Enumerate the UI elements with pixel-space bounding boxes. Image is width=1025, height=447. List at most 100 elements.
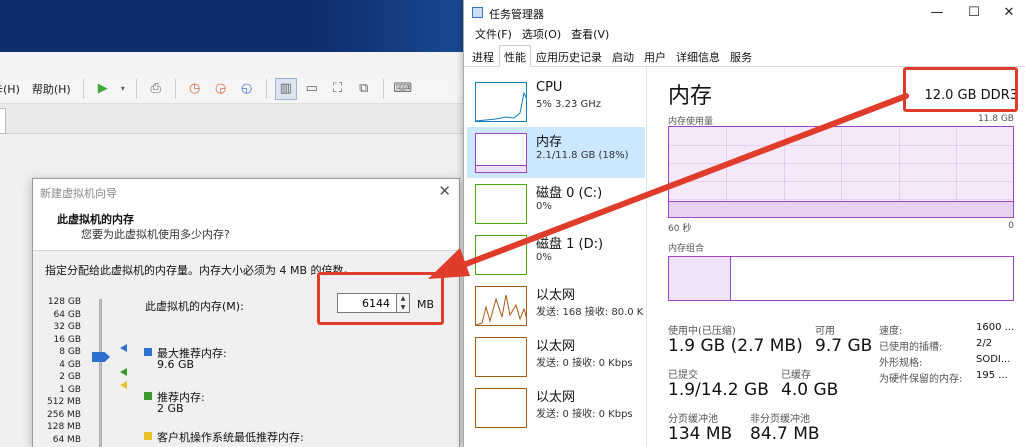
scale-label: 16 GB: [53, 334, 81, 345]
tab-app-history[interactable]: 应用历史记录: [531, 45, 607, 66]
memory-detail-panel: 内存 12.0 GB DDR3 内存使用量 11.8 GB 60 秒 0 内存组…: [668, 72, 1024, 447]
scale-label: 64 MB: [52, 434, 81, 445]
memory-slider-track[interactable]: [99, 299, 102, 447]
revert-snapshot-icon[interactable]: ◶: [210, 78, 232, 100]
menu-help[interactable]: 帮助(H): [26, 81, 77, 97]
memory-field-label: 此虚拟机的内存(M):: [145, 300, 244, 313]
dialog-heading: 此虚拟机的内存: [57, 213, 134, 226]
tab-processes[interactable]: 进程: [467, 45, 499, 66]
tab-startup[interactable]: 启动: [607, 45, 639, 66]
menu-view[interactable]: 查看(V): [566, 26, 614, 44]
scale-label: 128 GB: [47, 297, 81, 307]
detail-key: 已使用的插槽:: [879, 342, 943, 353]
sidebar-item-name: 磁盘 1 (D:): [536, 237, 604, 252]
minimize-icon[interactable]: —: [920, 2, 954, 24]
tab-details[interactable]: 详细信息: [671, 45, 725, 66]
console-icon[interactable]: ⌨: [392, 78, 414, 100]
manage-snapshot-icon[interactable]: ◵: [236, 78, 258, 100]
sidebar-item-detail: 0%: [536, 252, 552, 263]
scale-label: 32 GB: [53, 322, 81, 332]
sidebar-item-name: 以太网: [536, 390, 576, 405]
sidebar-item-memory[interactable]: 内存 2.1/11.8 GB (18%): [467, 127, 645, 178]
menu-partial[interactable]: 卡(H): [0, 81, 26, 97]
usage-graph-max: 11.8 GB: [977, 114, 1014, 124]
library-view-icon[interactable]: ▥: [274, 77, 297, 100]
sidebar-item-ethernet-3[interactable]: 以太网 发送: 0 接收: 0 Kbps: [467, 382, 645, 433]
detail-value: 195 ...: [976, 370, 1008, 381]
sidebar-item-disk-c[interactable]: 磁盘 0 (C:) 0%: [467, 178, 645, 229]
paged-pool-value: 134 MB: [668, 424, 733, 444]
sidebar-item-detail: 0%: [536, 201, 552, 212]
sidebar-item-detail: 发送: 168 接收: 80.0 K: [536, 307, 644, 318]
tab-performance[interactable]: 性能: [499, 45, 531, 67]
dialog-title: 新建虚拟机向导: [40, 187, 117, 200]
min-recommended-marker: [120, 381, 127, 389]
composition-in-use: [669, 257, 731, 300]
sidebar-item-detail: 2.1/11.8 GB (18%): [536, 150, 629, 161]
close-icon[interactable]: ✕: [438, 182, 451, 200]
toolbar-separator: [82, 78, 84, 99]
sidebar-item-name: 磁盘 0 (C:): [536, 186, 603, 201]
unity-icon[interactable]: ⧉: [353, 78, 375, 100]
scale-label: 2 GB: [59, 372, 81, 382]
paged-pool-label: 分页缓冲池: [668, 414, 718, 425]
close-icon[interactable]: ✕: [992, 2, 1025, 24]
scale-label: 512 MB: [47, 397, 81, 407]
cpu-thumbnail: [475, 82, 527, 122]
window-title: 任务管理器: [489, 8, 544, 21]
cached-value: 4.0 GB: [781, 380, 839, 400]
detail-value: SODI...: [976, 354, 1011, 365]
sidebar-item-name: 以太网: [536, 288, 576, 303]
menu-file[interactable]: 文件(F): [470, 26, 517, 44]
vmware-tab[interactable]: [0, 108, 6, 134]
graph-axis-right: 0: [1008, 221, 1014, 231]
scale-label: 128 MB: [47, 422, 81, 432]
detail-key: 外形规格:: [879, 358, 923, 369]
available-label: 可用: [815, 326, 835, 337]
menu-options[interactable]: 选项(O): [517, 26, 566, 44]
task-manager-icon: [472, 7, 483, 18]
highlight-memory-input: [317, 272, 444, 325]
sidebar-item-name: CPU: [536, 80, 563, 95]
disk-thumbnail: [475, 235, 527, 275]
title-bar: 任务管理器 — ☐ ✕: [464, 0, 1025, 26]
detail-value: 2/2: [976, 338, 993, 349]
sidebar-item-ethernet-1[interactable]: 以太网 发送: 168 接收: 80.0 K: [467, 280, 645, 331]
sidebar-item-cpu[interactable]: CPU 5% 3.23 GHz: [467, 76, 645, 127]
play-icon[interactable]: ▶: [92, 78, 114, 100]
memory-usage-fill: [669, 200, 1013, 217]
performance-sidebar: CPU 5% 3.23 GHz 内存 2.1/11.8 GB (18%) 磁盘 …: [467, 76, 645, 447]
nonpaged-pool-label: 非分页缓冲池: [750, 414, 810, 425]
sidebar-divider: [646, 67, 647, 447]
instruction-text: 指定分配给此虚拟机的内存量。内存大小必须为 4 MB 的倍数。: [45, 264, 355, 277]
available-value: 9.7 GB: [815, 336, 873, 356]
snapshot-icon[interactable]: ◷: [184, 78, 206, 100]
in-use-value: 1.9 GB (2.7 MB): [668, 336, 803, 356]
scale-label: 4 GB: [59, 359, 81, 370]
toolbar-separator: [135, 78, 137, 99]
committed-label: 已提交: [668, 370, 698, 381]
sidebar-item-disk-d[interactable]: 磁盘 1 (D:) 0%: [467, 229, 645, 280]
dropdown-arrow-icon[interactable]: ▾: [118, 78, 128, 100]
sidebar-item-ethernet-2[interactable]: 以太网 发送: 0 接收: 0 Kbps: [467, 331, 645, 382]
min-recommended-label: 客户机操作系统最低推荐内存:: [157, 431, 304, 444]
sidebar-item-detail: 发送: 0 接收: 0 Kbps: [536, 409, 633, 420]
graph-axis-left: 60 秒: [668, 224, 692, 234]
scale-label: 8 GB: [59, 347, 81, 357]
vmware-tabstrip: [0, 104, 466, 134]
menu-bar: 文件(F) 选项(O) 查看(V): [464, 26, 1025, 44]
tab-services[interactable]: 服务: [725, 45, 757, 66]
memory-slider-thumb[interactable]: [92, 352, 110, 362]
tab-users[interactable]: 用户: [639, 45, 671, 66]
scale-label: 64 GB: [53, 309, 81, 320]
maximize-icon[interactable]: ☐: [957, 2, 991, 24]
toolbar-separator: [174, 78, 176, 99]
highlight-memory-spec: [903, 67, 1018, 112]
fullscreen-icon[interactable]: ⛶: [327, 78, 349, 100]
single-view-icon[interactable]: ▭: [301, 78, 323, 100]
disk-thumbnail: [475, 184, 527, 224]
sidebar-item-name: 内存: [536, 135, 563, 150]
sidebar-item-detail: 发送: 0 接收: 0 Kbps: [536, 358, 633, 369]
send-keys-icon[interactable]: ⎙: [145, 78, 167, 100]
desktop-background: [0, 0, 470, 52]
